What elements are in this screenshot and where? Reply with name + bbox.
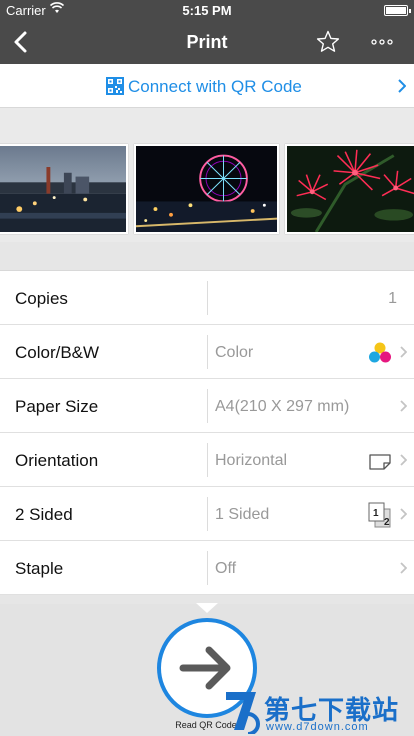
chevron-right-icon: [398, 79, 406, 93]
settings-row-two-sided[interactable]: 2 Sided 1 Sided 1 2: [0, 487, 414, 541]
row-divider: [207, 551, 208, 585]
color-label: Color/B&W: [15, 343, 100, 362]
row-divider: [207, 335, 208, 369]
watermark-url: www.d7down.com: [266, 721, 369, 733]
photo-thumbnail-harbor[interactable]: [0, 144, 128, 234]
color-dots-icon: [369, 342, 391, 363]
settings-row-color[interactable]: Color/B&W Color: [0, 325, 414, 379]
staple-label: Staple: [15, 559, 64, 578]
two-sided-label: 2 Sided: [15, 505, 73, 524]
star-icon[interactable]: [316, 30, 340, 54]
chevron-right-icon: [400, 508, 407, 520]
staple-value: Off: [215, 560, 237, 577]
connect-qr-button[interactable]: Connect with QR Code: [0, 64, 414, 108]
page-title: Print: [186, 32, 228, 52]
color-value: Color: [215, 344, 254, 361]
orientation-label: Orientation: [15, 451, 99, 470]
navigation-bar: Print: [0, 20, 414, 64]
row-divider: [207, 281, 208, 315]
settings-row-paper-size[interactable]: Paper Size A4(210 X 297 mm): [0, 379, 414, 433]
chevron-right-icon: [400, 400, 407, 412]
settings-row-copies[interactable]: Copies 1: [0, 271, 414, 325]
photo-thumbnail-ferris-wheel[interactable]: [134, 144, 279, 234]
watermark-logo-icon: [226, 692, 260, 734]
copies-label: Copies: [15, 289, 68, 308]
site-watermark: 第七下载站 www.d7down.com: [222, 688, 412, 734]
print-settings-list: Copies 1 Color/B&W Color Paper Size A4(2…: [0, 270, 414, 595]
status-bar: Carrier 5:15 PM: [0, 0, 414, 20]
chevron-right-icon: [400, 454, 407, 466]
battery-icon: [384, 5, 411, 16]
paper-size-value: A4(210 X 297 mm): [215, 398, 350, 415]
row-divider: [207, 443, 208, 477]
qr-code-icon: [106, 77, 124, 95]
photo-thumbnail-flowers[interactable]: [285, 144, 414, 234]
duplex-icon: 1 2: [368, 502, 391, 528]
row-divider: [207, 497, 208, 531]
copies-value[interactable]: 1: [388, 290, 397, 308]
paper-size-label: Paper Size: [15, 397, 99, 416]
chevron-right-icon: [400, 562, 407, 574]
two-sided-value: 1 Sided: [215, 506, 270, 523]
orientation-value: Horizontal: [215, 452, 288, 469]
connect-qr-label: Connect with QR Code: [128, 77, 302, 96]
landscape-page-icon: [369, 454, 391, 470]
row-divider: [207, 389, 208, 423]
chevron-right-icon: [400, 346, 407, 358]
panel-notch: [196, 603, 218, 613]
photo-gallery[interactable]: [0, 108, 414, 242]
more-icon[interactable]: [370, 30, 394, 54]
duplex-front-label: 1: [373, 508, 379, 519]
duplex-back-label: 2: [384, 517, 390, 528]
settings-row-orientation[interactable]: Orientation Horizontal: [0, 433, 414, 487]
clock: 5:15 PM: [182, 3, 232, 18]
settings-row-staple[interactable]: Staple Off: [0, 541, 414, 595]
